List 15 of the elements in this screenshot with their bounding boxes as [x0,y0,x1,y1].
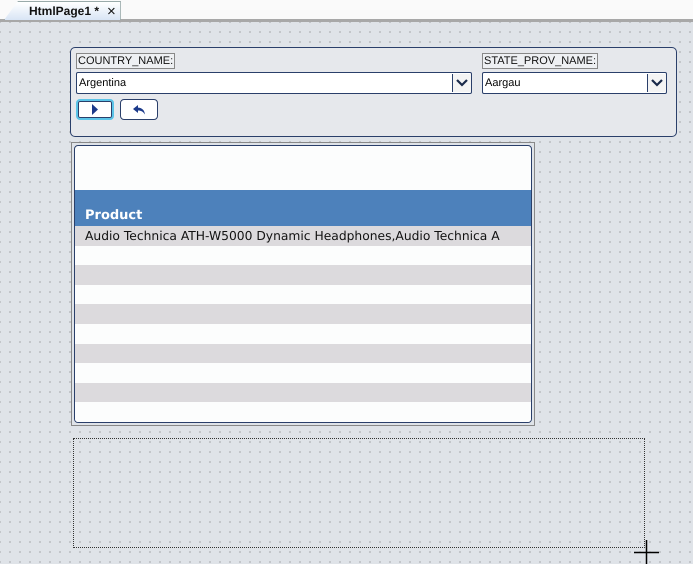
table-cell: Audio Technica ATH-W5000 Dynamic Headphones,Audio Technica A [85,228,500,243]
dropdown-field[interactable]: Argentina [76,72,472,94]
undo-arrow-icon [132,104,146,114]
chevron-down-icon [452,74,471,92]
chevron-down-icon [647,74,666,92]
document-tab[interactable]: HtmlPage1 * × [4,1,121,20]
run-button[interactable] [76,99,114,120]
undo-button[interactable] [120,99,158,120]
close-icon[interactable]: × [107,4,116,18]
field-label: COUNTRY_NAME: [76,53,176,69]
dropdown-field[interactable]: Aargau [482,72,667,94]
field-label: STATE_PROV_NAME: [482,53,598,69]
crosshair-cursor-icon [634,540,659,564]
column-header[interactable]: Product [75,190,531,226]
play-icon [91,104,99,115]
